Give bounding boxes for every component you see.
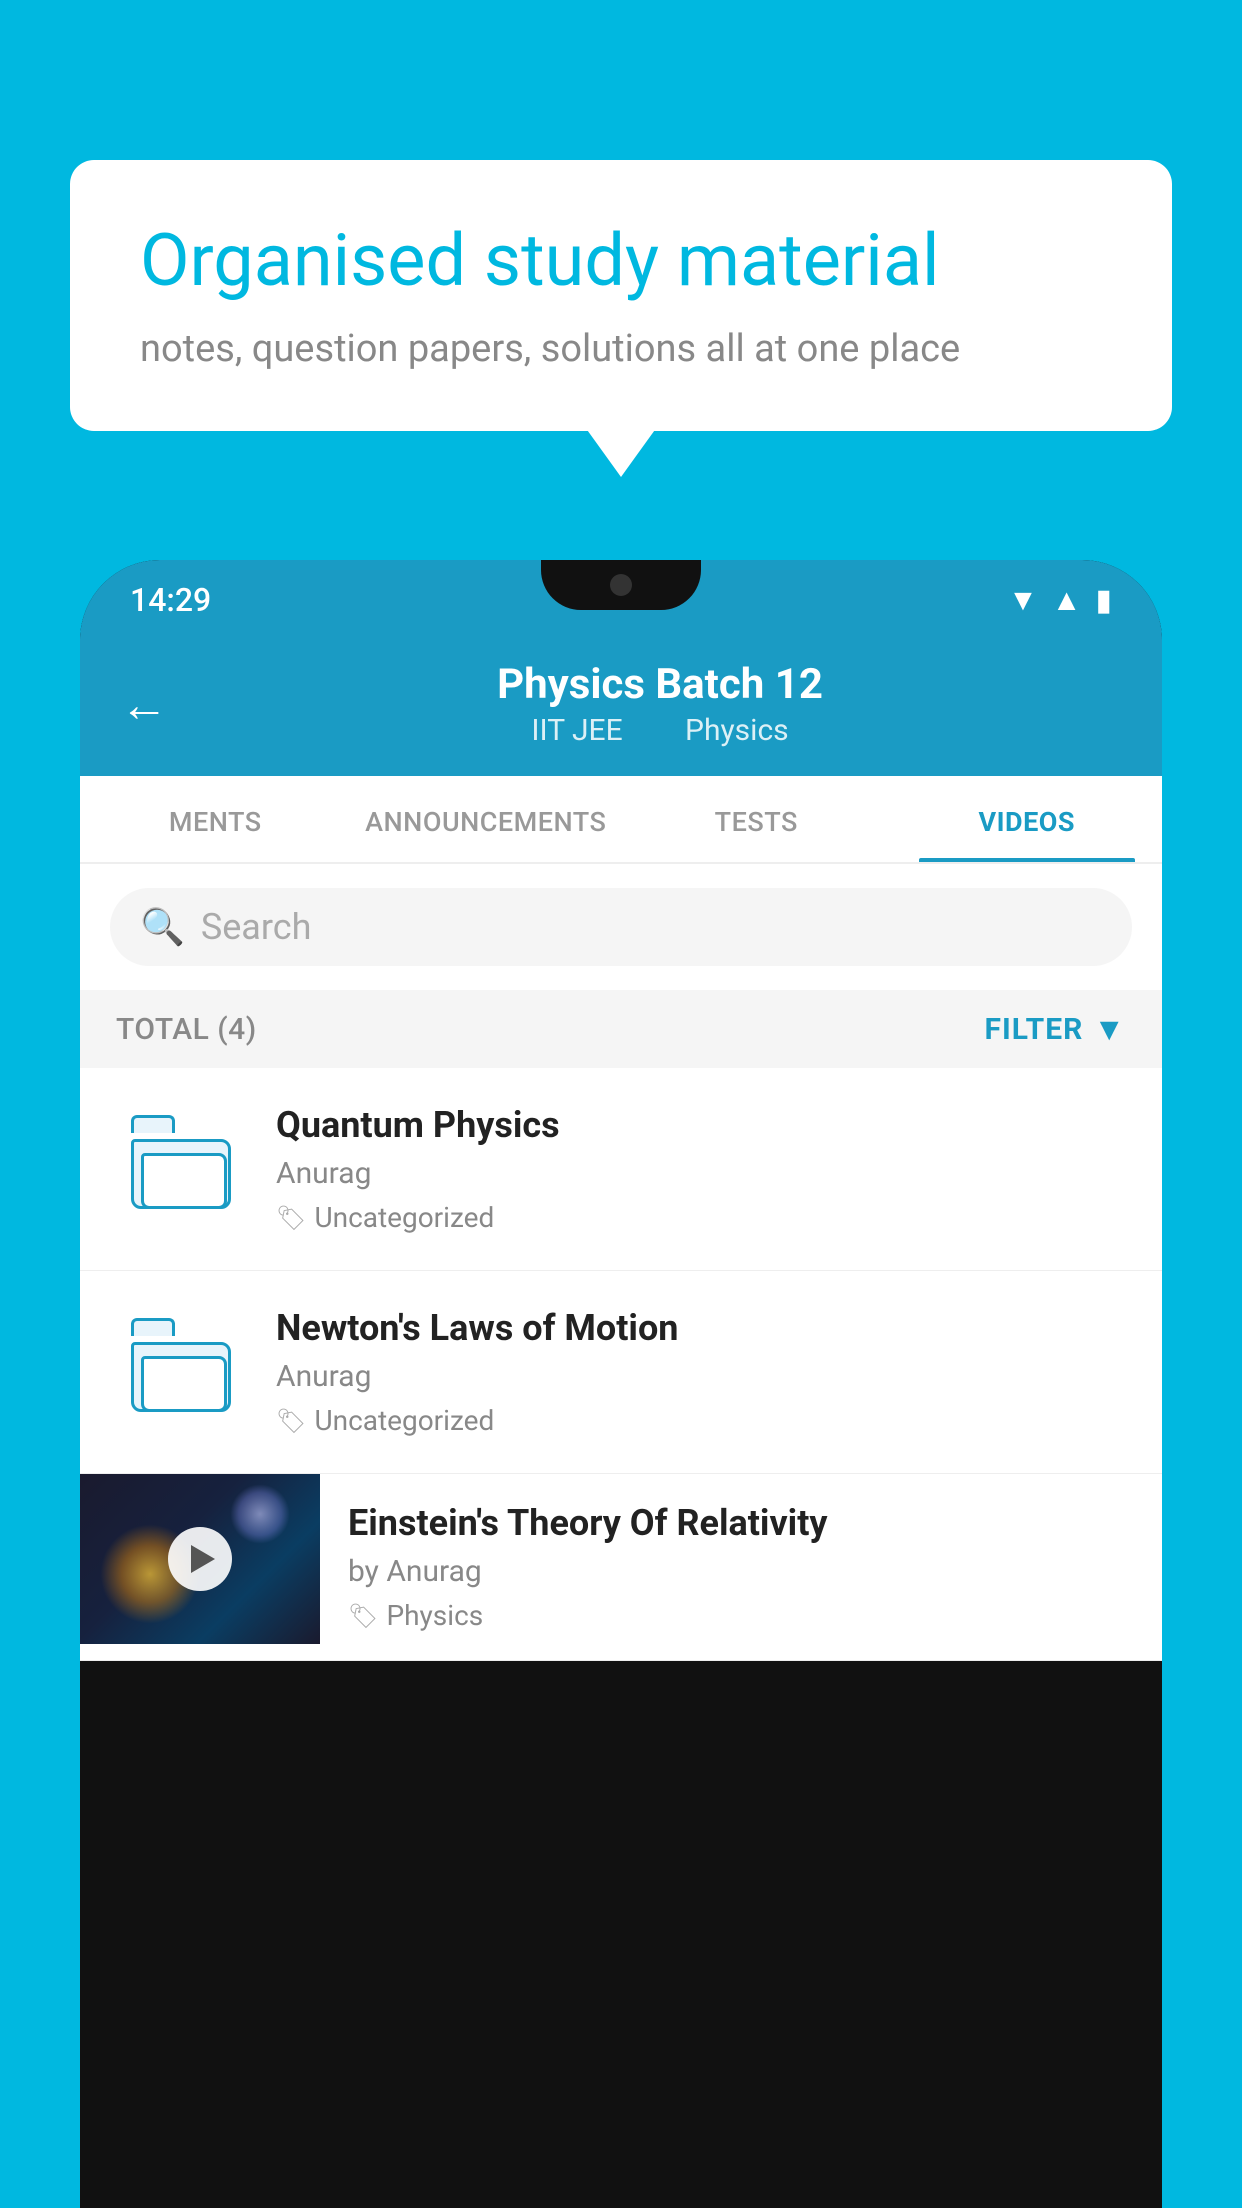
- item-author: Anurag: [276, 1359, 1126, 1394]
- item-title: Einstein's Theory Of Relativity: [348, 1502, 1134, 1544]
- camera-icon: [610, 574, 632, 596]
- tag-label: Uncategorized: [314, 1201, 494, 1234]
- tab-tests[interactable]: TESTS: [621, 776, 892, 862]
- search-icon: 🔍: [140, 906, 185, 948]
- bubble-title: Organised study material: [140, 220, 1102, 303]
- speech-bubble: Organised study material notes, question…: [70, 160, 1172, 431]
- folder-tab: [131, 1115, 175, 1133]
- item-tag: 🏷 Physics: [348, 1599, 1134, 1632]
- video-folder-thumb: [116, 1114, 246, 1224]
- item-tag: 🏷 Uncategorized: [276, 1201, 1126, 1234]
- status-time: 14:29: [130, 581, 211, 619]
- wifi-icon: ▼: [1008, 583, 1038, 618]
- search-container: 🔍 Search: [80, 864, 1162, 990]
- list-item[interactable]: Quantum Physics Anurag 🏷 Uncategorized: [80, 1068, 1162, 1271]
- speech-bubble-container: Organised study material notes, question…: [70, 160, 1172, 431]
- phone-inner: 14:29 ▼ ▲ ▮ ← Physics Batch 12 IIT JEE P…: [80, 560, 1162, 2208]
- search-input[interactable]: Search: [201, 906, 312, 948]
- header-subtitle-iitjee: IIT JEE: [531, 713, 622, 748]
- header-subtitle: IIT JEE Physics: [198, 713, 1122, 748]
- back-button[interactable]: ←: [120, 676, 168, 733]
- header-subtitle-sep: [650, 713, 665, 748]
- thumb-glow2: [230, 1484, 290, 1544]
- folder-front: [141, 1153, 227, 1209]
- item-info: Newton's Laws of Motion Anurag 🏷 Uncateg…: [276, 1307, 1126, 1437]
- folder-tab: [131, 1318, 175, 1336]
- tab-videos[interactable]: VIDEOS: [892, 776, 1163, 862]
- header-title-group: Physics Batch 12 IIT JEE Physics: [198, 660, 1122, 748]
- item-tag: 🏷 Uncategorized: [276, 1404, 1126, 1437]
- list-item[interactable]: Newton's Laws of Motion Anurag 🏷 Uncateg…: [80, 1271, 1162, 1474]
- status-icons: ▼ ▲ ▮: [1008, 583, 1112, 618]
- filter-icon: ▼: [1093, 1010, 1126, 1048]
- tag-label: Uncategorized: [314, 1404, 494, 1437]
- phone-frame: 14:29 ▼ ▲ ▮ ← Physics Batch 12 IIT JEE P…: [80, 560, 1162, 2208]
- content-area: Quantum Physics Anurag 🏷 Uncategorized: [80, 1068, 1162, 1661]
- page-title: Physics Batch 12: [198, 660, 1122, 709]
- folder-front: [141, 1356, 227, 1412]
- play-icon: [191, 1545, 215, 1573]
- tag-icon: 🏷: [276, 1407, 306, 1435]
- battery-icon: ▮: [1095, 583, 1112, 618]
- filter-bar: TOTAL (4) FILTER ▼: [80, 990, 1162, 1068]
- item-title: Newton's Laws of Motion: [276, 1307, 1126, 1349]
- tab-announcements[interactable]: ANNOUNCEMENTS: [351, 776, 622, 862]
- header-subtitle-physics: Physics: [685, 713, 789, 748]
- filter-label: FILTER: [985, 1012, 1084, 1047]
- list-item[interactable]: Einstein's Theory Of Relativity by Anura…: [80, 1474, 1162, 1661]
- item-author: Anurag: [276, 1156, 1126, 1191]
- tag-icon: 🏷: [348, 1602, 378, 1630]
- search-bar[interactable]: 🔍 Search: [110, 888, 1132, 966]
- tab-ments[interactable]: MENTS: [80, 776, 351, 862]
- tabs-bar: MENTS ANNOUNCEMENTS TESTS VIDEOS: [80, 776, 1162, 864]
- item-info: Einstein's Theory Of Relativity by Anura…: [320, 1474, 1162, 1660]
- folder-icon: [131, 1129, 231, 1209]
- item-info: Quantum Physics Anurag 🏷 Uncategorized: [276, 1104, 1126, 1234]
- folder-icon: [131, 1332, 231, 1412]
- item-title: Quantum Physics: [276, 1104, 1126, 1146]
- signal-icon: ▲: [1052, 583, 1082, 618]
- tag-label: Physics: [386, 1599, 483, 1632]
- bubble-subtitle: notes, question papers, solutions all at…: [140, 327, 1102, 371]
- video-folder-thumb: [116, 1317, 246, 1427]
- total-count: TOTAL (4): [116, 1012, 257, 1047]
- phone-notch: [541, 560, 701, 610]
- video-thumbnail: [80, 1474, 320, 1644]
- item-author: by Anurag: [348, 1554, 1134, 1589]
- app-header: ← Physics Batch 12 IIT JEE Physics: [80, 632, 1162, 776]
- tag-icon: 🏷: [276, 1204, 306, 1232]
- filter-button[interactable]: FILTER ▼: [985, 1010, 1127, 1048]
- play-button[interactable]: [168, 1527, 232, 1591]
